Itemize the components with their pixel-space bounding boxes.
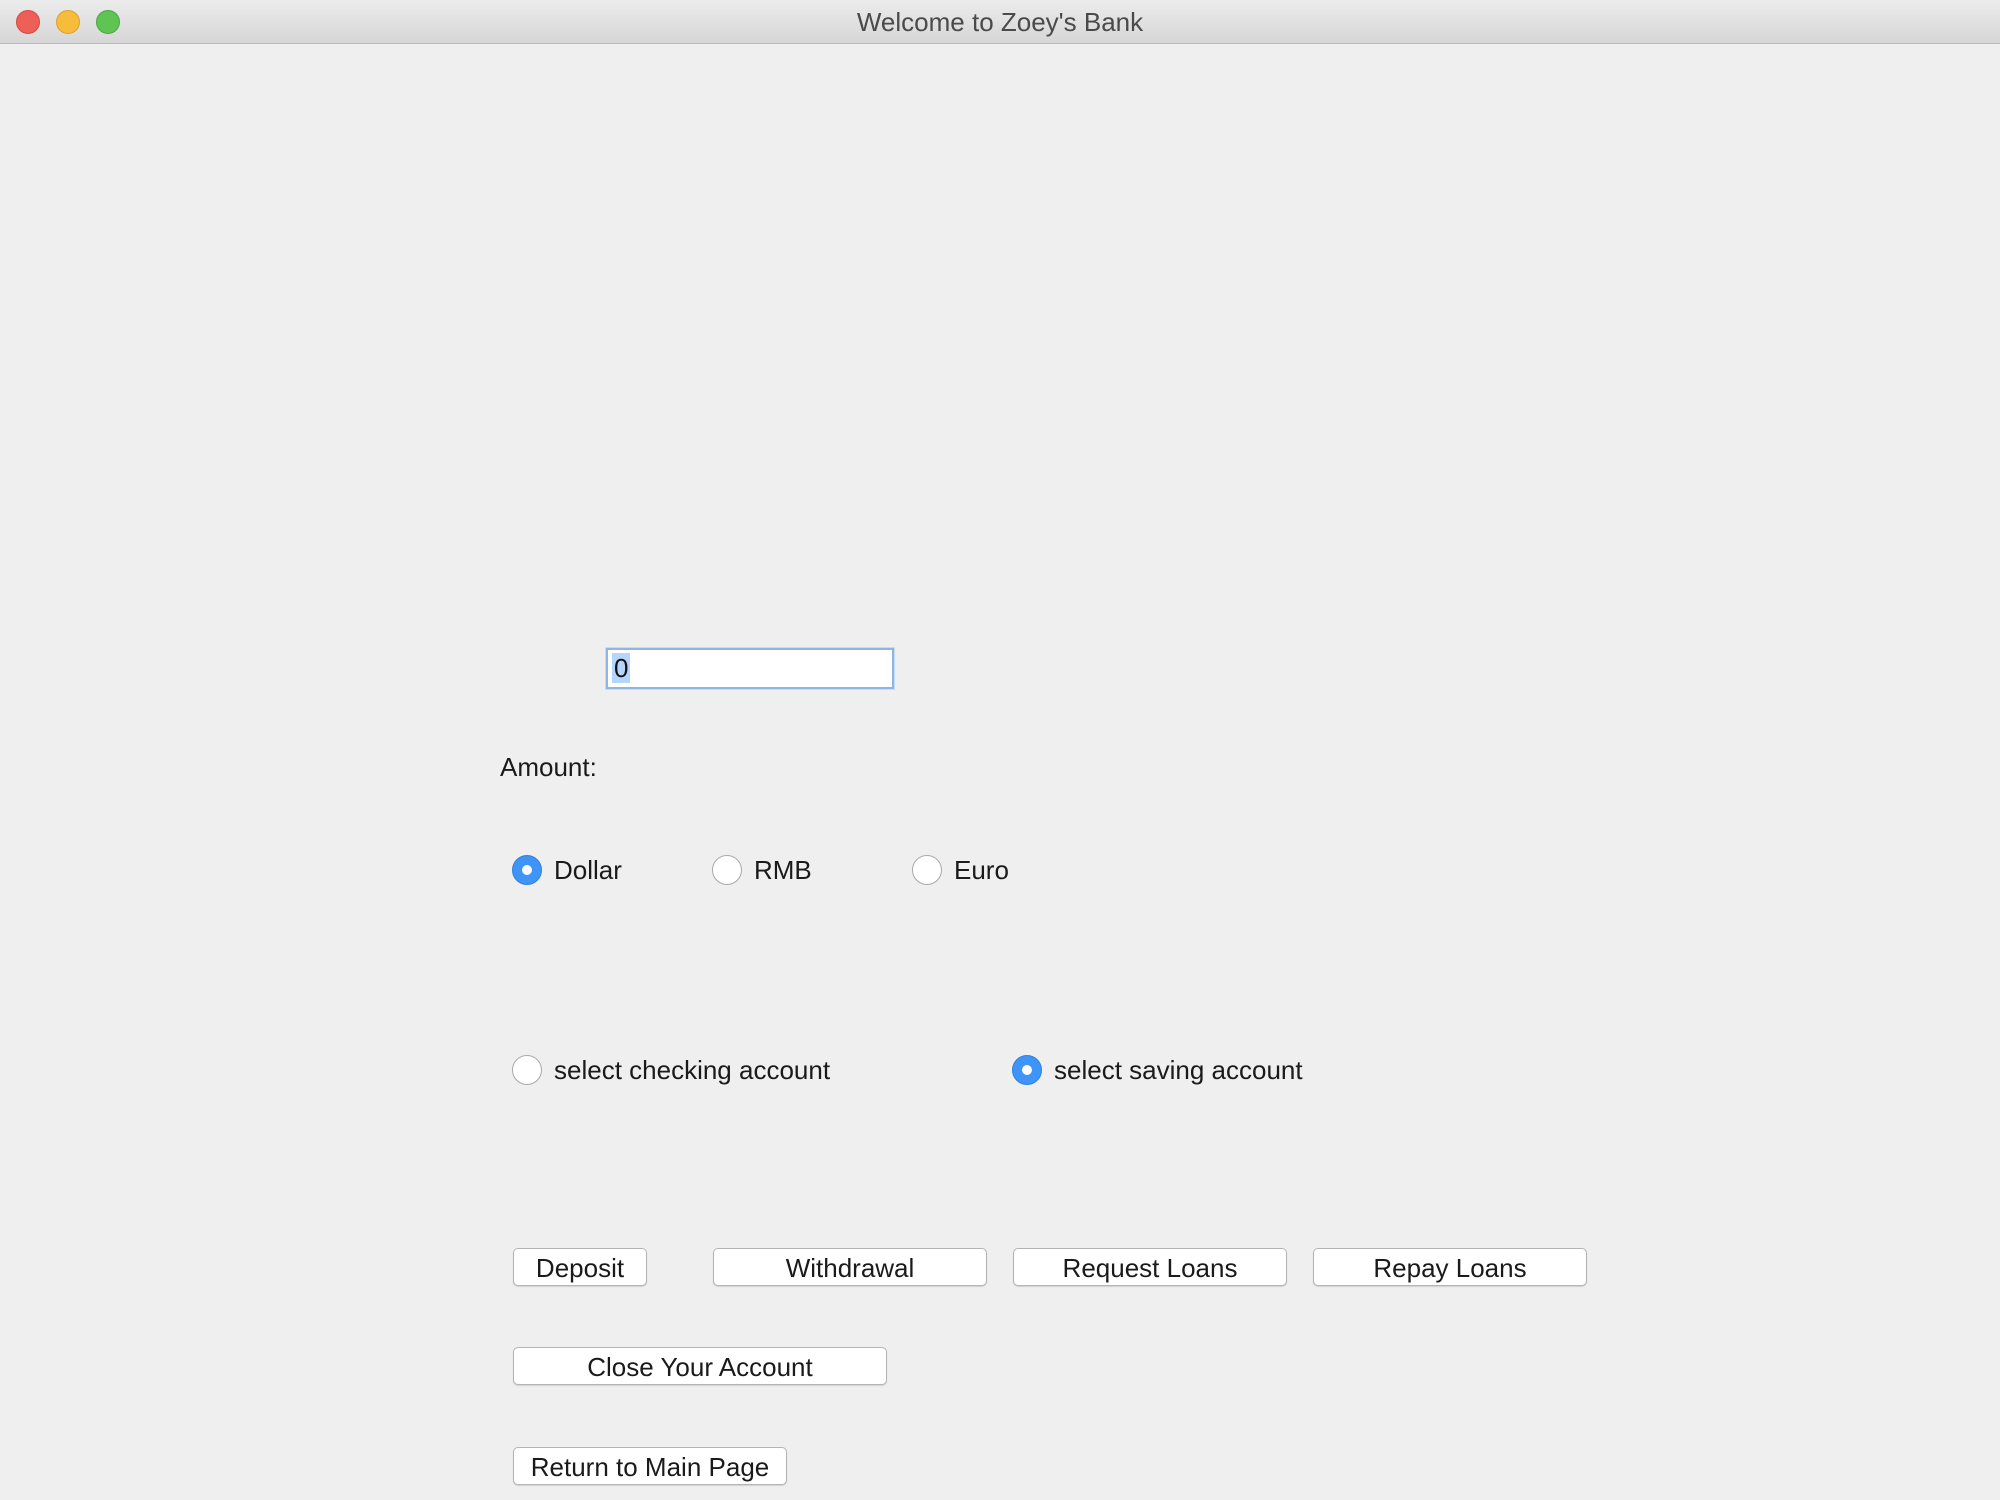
currency-radio-rmb[interactable]: RMB xyxy=(712,853,812,887)
radio-selected-icon[interactable] xyxy=(512,855,542,885)
account-radio-saving[interactable]: select saving account xyxy=(1012,1053,1303,1087)
account-saving-label: select saving account xyxy=(1054,1054,1303,1085)
window-title: Welcome to Zoey's Bank xyxy=(856,7,1144,37)
close-account-button[interactable]: Close Your Account xyxy=(513,1347,887,1385)
title-bar[interactable]: Welcome to Zoey's Bank xyxy=(0,0,2000,44)
amount-input[interactable]: 0 xyxy=(606,648,894,689)
account-radio-checking[interactable]: select checking account xyxy=(512,1053,830,1087)
request-loans-button[interactable]: Request Loans xyxy=(1013,1248,1287,1286)
currency-radio-euro[interactable]: Euro xyxy=(912,853,1009,887)
amount-label: Amount: xyxy=(500,752,597,782)
return-main-page-button[interactable]: Return to Main Page xyxy=(513,1447,787,1485)
currency-dollar-label: Dollar xyxy=(554,854,622,885)
withdrawal-button[interactable]: Withdrawal xyxy=(713,1248,987,1286)
radio-unselected-icon[interactable] xyxy=(712,855,742,885)
currency-rmb-label: RMB xyxy=(754,854,812,885)
radio-unselected-icon[interactable] xyxy=(912,855,942,885)
account-checking-label: select checking account xyxy=(554,1054,831,1085)
currency-euro-label: Euro xyxy=(954,854,1009,885)
deposit-button[interactable]: Deposit xyxy=(513,1248,647,1286)
radio-selected-icon[interactable] xyxy=(1012,1055,1042,1085)
currency-radio-dollar[interactable]: Dollar xyxy=(512,853,622,887)
amount-input-value: 0 xyxy=(612,653,631,683)
repay-loans-button[interactable]: Repay Loans xyxy=(1313,1248,1587,1286)
bank-window: Welcome to Zoey's Bank 0 Amount: Dollar … xyxy=(0,0,2000,1500)
radio-unselected-icon[interactable] xyxy=(512,1055,542,1085)
